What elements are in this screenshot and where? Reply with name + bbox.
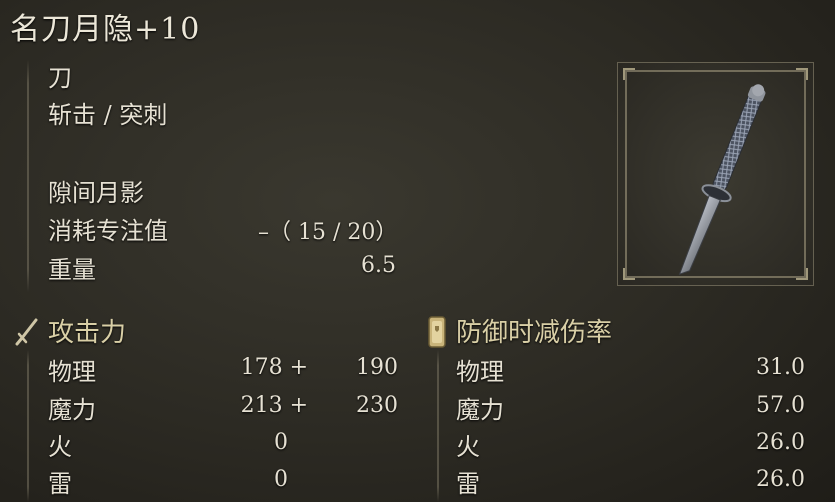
guard-fire-label: 火 — [456, 433, 480, 461]
weapon-skill: 隙间月影 — [48, 179, 144, 207]
attack-physical-label: 物理 — [48, 358, 96, 386]
weight-label: 重量 — [48, 256, 96, 284]
attack-lightning-base: 0 — [274, 467, 288, 492]
attack-physical-total: 190 — [356, 355, 398, 380]
guard-heading: 防御时减伤率 — [456, 318, 613, 348]
attack-heading: 攻击力 — [48, 318, 127, 348]
guard-lightning-value: 26.0 — [756, 467, 805, 492]
attack-magic-total: 230 — [356, 393, 398, 418]
attack-physical-base: 178 + — [240, 355, 308, 380]
weight-value: 6.5 — [361, 253, 396, 278]
guard-magic-value: 57.0 — [756, 393, 805, 418]
attack-magic-base: 213 + — [240, 393, 308, 418]
weapon-name: 名刀月隐+10 — [10, 12, 201, 47]
guard-fire-value: 26.0 — [756, 430, 805, 455]
attack-lightning-label: 雷 — [48, 470, 72, 498]
guard-magic-label: 魔力 — [456, 396, 504, 424]
guard-physical-label: 物理 — [456, 358, 504, 386]
divider-line — [27, 60, 29, 292]
weapon-type: 刀 — [48, 64, 72, 92]
attack-fire-base: 0 — [274, 430, 288, 455]
sword-icon — [15, 318, 38, 346]
guard-lightning-label: 雷 — [456, 470, 480, 498]
katana-icon — [678, 84, 766, 276]
shield-icon — [428, 316, 446, 348]
attack-fire-label: 火 — [48, 433, 72, 461]
attack-type: 斩击 / 突刺 — [48, 101, 168, 129]
weapon-image-frame — [617, 62, 814, 286]
fp-cost-label: 消耗专注值 — [48, 217, 168, 245]
divider-line — [27, 350, 29, 502]
attack-magic-label: 魔力 — [48, 396, 96, 424]
guard-physical-value: 31.0 — [756, 355, 805, 380]
fp-cost-value: –（ 15 / 20） — [258, 220, 398, 245]
divider-line — [437, 350, 439, 502]
